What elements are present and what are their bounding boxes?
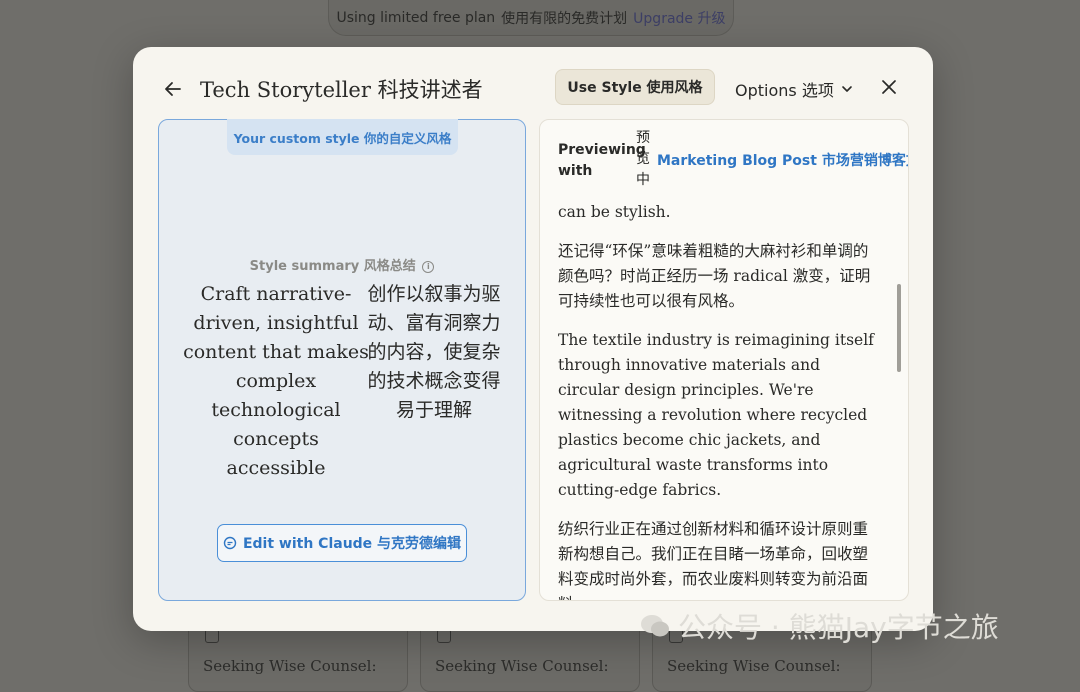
plan-text-zh: 使用有限的免费计划 [501,10,628,27]
options-label: Options 选项 [735,81,834,100]
preview-style-dropdown[interactable]: Marketing Blog Post 市场营销博客文章 [657,150,909,170]
watermark-text: 公众号 · 熊猫Jay字节之旅 [678,611,999,644]
chat-icon [205,629,219,643]
upgrade-link[interactable]: Upgrade 升级 [633,8,725,28]
card-title: Seeking Wise Counsel: [203,657,377,675]
plan-text: Using limited free plan [336,9,496,26]
chat-bubble-icon [223,536,237,550]
style-modal: Tech Storyteller 科技讲述者 Use Style 使用风格 Op… [133,47,933,631]
close-icon[interactable] [879,77,899,97]
custom-style-tab[interactable]: Your custom style 你的自定义风格 [227,119,458,155]
preview-panel: Previewing with 预览中 Marketing Blog Post … [539,119,909,601]
preview-paragraph: 还记得“环保”意味着粗糙的大麻衬衫和单调的颜色吗？时尚正经历一场 radical… [558,242,871,310]
back-arrow-icon[interactable] [161,77,185,101]
wechat-icon [641,615,669,637]
preview-paragraph: 纺织行业正在通过创新材料和循环设计原则重新构想自己。我们正在目睹一场革命，回收塑… [558,520,869,600]
chat-icon [437,629,451,643]
chevron-down-icon [842,86,852,92]
use-style-button[interactable]: Use Style 使用风格 [555,69,715,105]
preview-paragraph: can be stylish. [558,203,671,221]
card-title: Seeking Wise Counsel: [435,657,609,675]
style-summary-zh: 创作以叙事为驱动、富有洞察力的内容，使复杂的技术概念变得易于理解 [367,283,501,421]
preview-style-label: Marketing Blog Post 市场营销博客文章 [657,153,909,169]
scrollbar[interactable] [897,284,901,372]
style-summary-en: Craft narrative-driven, insightful conte… [183,283,369,479]
previewing-label-zh: 预览中 [636,130,650,188]
custom-style-panel: Your custom style 你的自定义风格 Style summary … [158,119,526,601]
plan-banner: Using limited free plan 使用有限的免费计划 Upgrad… [328,0,734,36]
info-icon[interactable]: i [422,260,435,273]
preview-content: can be stylish. 还记得“环保”意味着粗糙的大麻衬衫和单调的颜色吗… [558,200,878,600]
modal-title: Tech Storyteller 科技讲述者 [200,78,483,102]
preview-paragraph: The textile industry is reimagining itse… [558,331,874,499]
watermark: 公众号 · 熊猫Jay字节之旅 [640,606,999,646]
style-summary-heading: Style summary 风格总结 i [159,255,525,274]
options-menu[interactable]: Options 选项 [735,77,854,101]
edit-with-claude-button[interactable]: Edit with Claude 与克劳德编辑 [217,524,467,562]
card-title: Seeking Wise Counsel: [667,657,841,675]
previewing-label: Previewing with [558,142,646,179]
edit-label: Edit with Claude 与克劳德编辑 [242,536,462,552]
style-summary-label: Style summary 风格总结 [249,259,416,274]
